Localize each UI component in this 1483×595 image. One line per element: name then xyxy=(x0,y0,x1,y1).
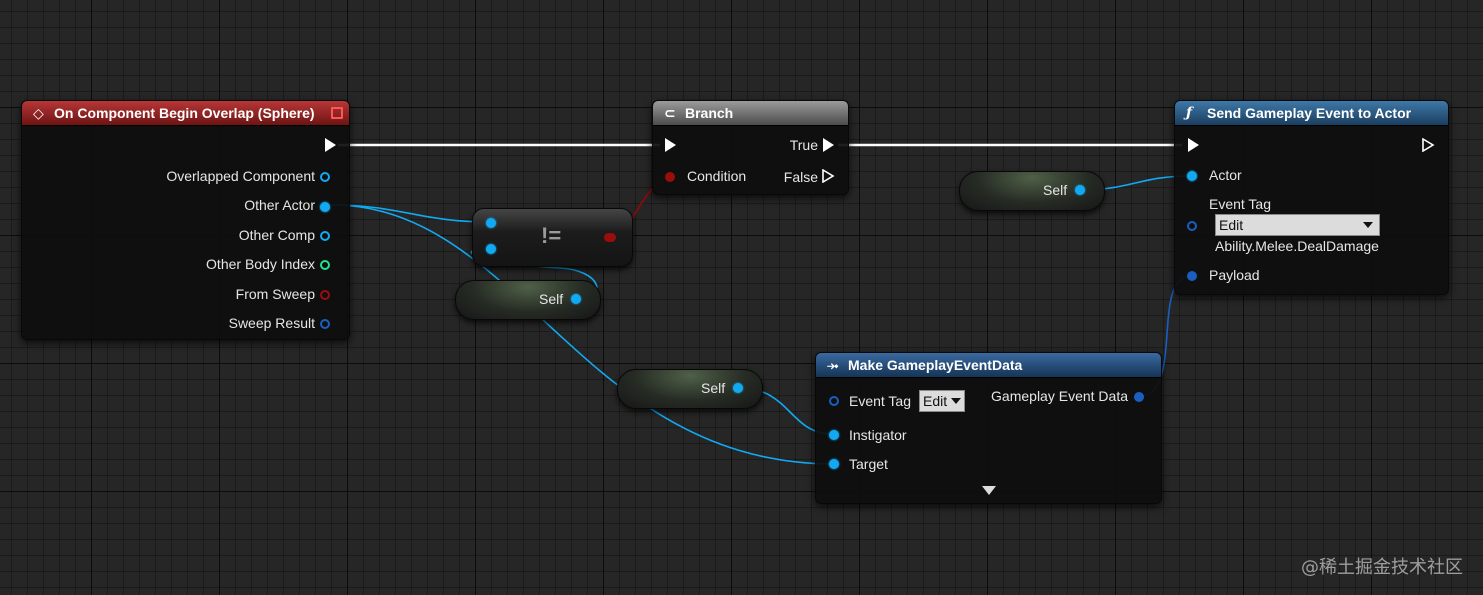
make-event-tag-dropdown-value: Edit xyxy=(923,393,948,409)
make-data-node-title: Make GameplayEventData xyxy=(848,357,1023,373)
make-event-tag-dropdown[interactable]: Edit xyxy=(919,390,965,412)
make-struct-icon: ⤞ xyxy=(827,357,839,373)
not-equal-input-b-pin[interactable] xyxy=(486,244,496,254)
branch-exec-input-pin[interactable] xyxy=(665,138,676,152)
target-label: Target xyxy=(849,456,888,472)
other-body-index-label: Other Body Index xyxy=(206,256,315,272)
condition-label: Condition xyxy=(687,168,747,184)
branch-node-header[interactable]: ⊂ Branch xyxy=(653,101,848,126)
instigator-pin[interactable] xyxy=(829,430,839,440)
self-node-3-output-pin[interactable] xyxy=(733,383,743,393)
event-tag-value: Ability.Melee.DealDamage xyxy=(1215,238,1379,254)
self-node-1[interactable]: Self xyxy=(455,280,601,320)
false-exec-pin[interactable] xyxy=(822,169,835,183)
false-label: False xyxy=(783,169,818,185)
event-tag-dropdown-value: Edit xyxy=(1219,217,1244,233)
event-node-header[interactable]: ◇ On Component Begin Overlap (Sphere) xyxy=(22,101,349,126)
send-event-node-title: Send Gameplay Event to Actor xyxy=(1207,105,1412,121)
self-node-1-label: Self xyxy=(539,291,564,307)
not-equal-node[interactable]: != xyxy=(472,208,633,267)
true-label: True xyxy=(789,137,818,153)
send-event-node-header[interactable]: ƒ Send Gameplay Event to Actor xyxy=(1175,101,1448,126)
not-equal-output-pin[interactable] xyxy=(604,233,616,242)
self-node-3[interactable]: Self xyxy=(617,369,763,409)
delegate-pin-icon[interactable] xyxy=(331,107,343,119)
actor-label: Actor xyxy=(1209,167,1242,183)
branch-node[interactable]: ⊂ Branch True Condition False xyxy=(652,100,849,195)
self-node-1-output-pin[interactable] xyxy=(571,294,581,304)
send-gameplay-event-node[interactable]: ƒ Send Gameplay Event to Actor Actor Eve… xyxy=(1174,100,1449,295)
branch-node-title: Branch xyxy=(685,105,734,121)
watermark: @稀土掘金技术社区 xyxy=(1301,557,1463,578)
actor-pin[interactable] xyxy=(1187,171,1197,181)
other-body-index-pin[interactable] xyxy=(320,260,330,270)
object-wire-otheractor-to-notequal xyxy=(331,204,490,223)
true-exec-pin[interactable] xyxy=(823,138,834,152)
make-gameplay-event-data-node[interactable]: ⤞ Make GameplayEventData Event Tag Edit … xyxy=(815,352,1162,504)
self-node-3-label: Self xyxy=(701,380,726,396)
not-equal-input-a-pin[interactable] xyxy=(486,218,496,228)
event-tag-label: Event Tag xyxy=(1209,196,1272,212)
event-node-title: On Component Begin Overlap (Sphere) xyxy=(54,105,315,121)
not-equal-operator: != xyxy=(541,223,562,248)
expand-arrow-icon[interactable] xyxy=(982,486,996,495)
self-node-2-label: Self xyxy=(1043,182,1068,198)
target-pin[interactable] xyxy=(829,459,839,469)
send-event-exec-output-pin[interactable] xyxy=(1422,138,1435,152)
event-diamond-icon: ◇ xyxy=(33,105,44,121)
sweep-result-pin[interactable] xyxy=(320,319,330,329)
chevron-down-icon xyxy=(1363,222,1373,228)
other-actor-pin[interactable] xyxy=(320,202,330,212)
other-actor-label: Other Actor xyxy=(244,197,315,213)
overlapped-component-label: Overlapped Component xyxy=(166,168,315,184)
other-comp-label: Other Comp xyxy=(238,227,315,243)
chevron-down-icon xyxy=(951,398,961,404)
instigator-label: Instigator xyxy=(849,427,907,443)
send-event-exec-input-pin[interactable] xyxy=(1188,138,1199,152)
branch-icon: ⊂ xyxy=(664,105,676,121)
self-node-2[interactable]: Self xyxy=(959,171,1105,211)
on-component-begin-overlap-node[interactable]: ◇ On Component Begin Overlap (Sphere) Ov… xyxy=(21,100,350,340)
from-sweep-label: From Sweep xyxy=(235,286,315,302)
other-comp-pin[interactable] xyxy=(320,231,330,241)
condition-pin[interactable] xyxy=(665,172,675,182)
exec-output-pin[interactable] xyxy=(325,138,336,152)
payload-label: Payload xyxy=(1209,267,1260,283)
sweep-result-label: Sweep Result xyxy=(228,315,315,331)
gameplay-event-data-label: Gameplay Event Data xyxy=(991,388,1128,404)
event-tag-pin[interactable] xyxy=(1187,221,1197,231)
make-event-tag-pin[interactable] xyxy=(829,396,839,406)
make-data-node-header[interactable]: ⤞ Make GameplayEventData xyxy=(816,353,1161,378)
overlapped-component-pin[interactable] xyxy=(320,172,330,182)
payload-pin[interactable] xyxy=(1187,271,1197,281)
make-event-tag-label: Event Tag xyxy=(849,393,912,409)
from-sweep-pin[interactable] xyxy=(320,290,330,300)
function-icon: ƒ xyxy=(1186,105,1193,121)
self-node-2-output-pin[interactable] xyxy=(1075,185,1085,195)
gameplay-event-data-pin[interactable] xyxy=(1134,392,1144,402)
event-tag-dropdown[interactable]: Edit xyxy=(1215,214,1380,236)
